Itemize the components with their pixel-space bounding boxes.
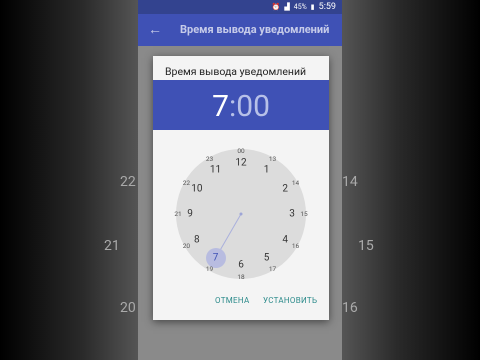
cancel-button[interactable]: ОТМЕНА (215, 296, 250, 305)
clock-hour-inner[interactable]: 23 (206, 155, 213, 163)
clock-hand (220, 213, 242, 250)
bg-number: 14 (342, 174, 358, 190)
clock-hour-outer[interactable]: 11 (210, 164, 221, 175)
time-display: 7:00 (153, 89, 329, 124)
clock-hour-inner[interactable]: 17 (269, 265, 276, 273)
clock-hour-inner[interactable]: 13 (269, 155, 276, 163)
minute-display[interactable]: 00 (236, 89, 270, 124)
clock-hour-outer[interactable]: 10 (191, 183, 202, 194)
clock-hour-inner[interactable]: 15 (300, 210, 307, 218)
clock-hour-inner[interactable]: 19 (206, 265, 213, 273)
battery-icon: ▮ (310, 3, 315, 11)
hour-display[interactable]: 7 (212, 89, 229, 124)
clock-hour-outer[interactable]: 4 (282, 234, 288, 245)
clock-hour-inner[interactable]: 20 (183, 242, 190, 250)
left-blur-area: 22 21 20 (0, 0, 138, 360)
clock-hour-outer[interactable]: 2 (282, 183, 288, 194)
bg-number: 15 (358, 238, 374, 254)
bg-number: 22 (120, 174, 136, 190)
clock-hour-outer[interactable]: 8 (194, 234, 200, 245)
clock-hour-inner[interactable]: 18 (237, 273, 244, 281)
status-bar: ⏰ ▟ 45% ▮ 5:59 (138, 0, 342, 14)
app-bar: ← Время вывода уведомлений (138, 14, 342, 46)
alarm-icon: ⏰ (271, 3, 281, 11)
clock-hour-outer[interactable]: 7 (213, 253, 219, 264)
clock-hour-inner[interactable]: 21 (174, 210, 181, 218)
right-blur-area: 14 15 16 (342, 0, 480, 360)
clock-hour-inner[interactable]: 14 (292, 179, 299, 187)
bg-number: 16 (342, 300, 358, 316)
clock-center-dot (239, 212, 243, 216)
battery-percent: 45% (293, 3, 307, 11)
dialog-title: Время вывода уведомлений (165, 65, 307, 78)
clock-face[interactable]: 12 1 2 3 4 5 6 7 8 9 10 11 00 13 14 15 16 17 18 19 20 21 22 23 (174, 147, 307, 281)
clock-hour-outer[interactable]: 6 (238, 260, 244, 271)
set-button[interactable]: УСТАНОВИТЬ (263, 296, 317, 305)
app-bar-title: Время вывода уведомлений (180, 23, 330, 36)
clock-hour-inner[interactable]: 22 (183, 179, 190, 187)
bg-number: 21 (104, 238, 120, 254)
clock-hour-outer[interactable]: 3 (289, 209, 295, 220)
time-picker-dialog: Время вывода уведомлений 7:00 12 1 2 3 4 5 6 7 8… (153, 56, 329, 320)
bg-number: 20 (120, 300, 136, 316)
clock-hour-inner[interactable]: 16 (292, 242, 299, 250)
signal-icon: ▟ (284, 3, 290, 11)
clock-hour-outer[interactable]: 1 (264, 164, 270, 175)
arrow-back-icon[interactable]: ← (148, 21, 162, 38)
clock-hour-outer[interactable]: 5 (264, 253, 270, 264)
clock-hour-outer[interactable]: 12 (235, 158, 246, 169)
time-header: 7:00 (153, 80, 329, 130)
status-time: 5:59 (318, 2, 336, 12)
clock-hour-outer[interactable]: 9 (187, 209, 193, 220)
clock-hour-inner[interactable]: 00 (237, 147, 244, 155)
